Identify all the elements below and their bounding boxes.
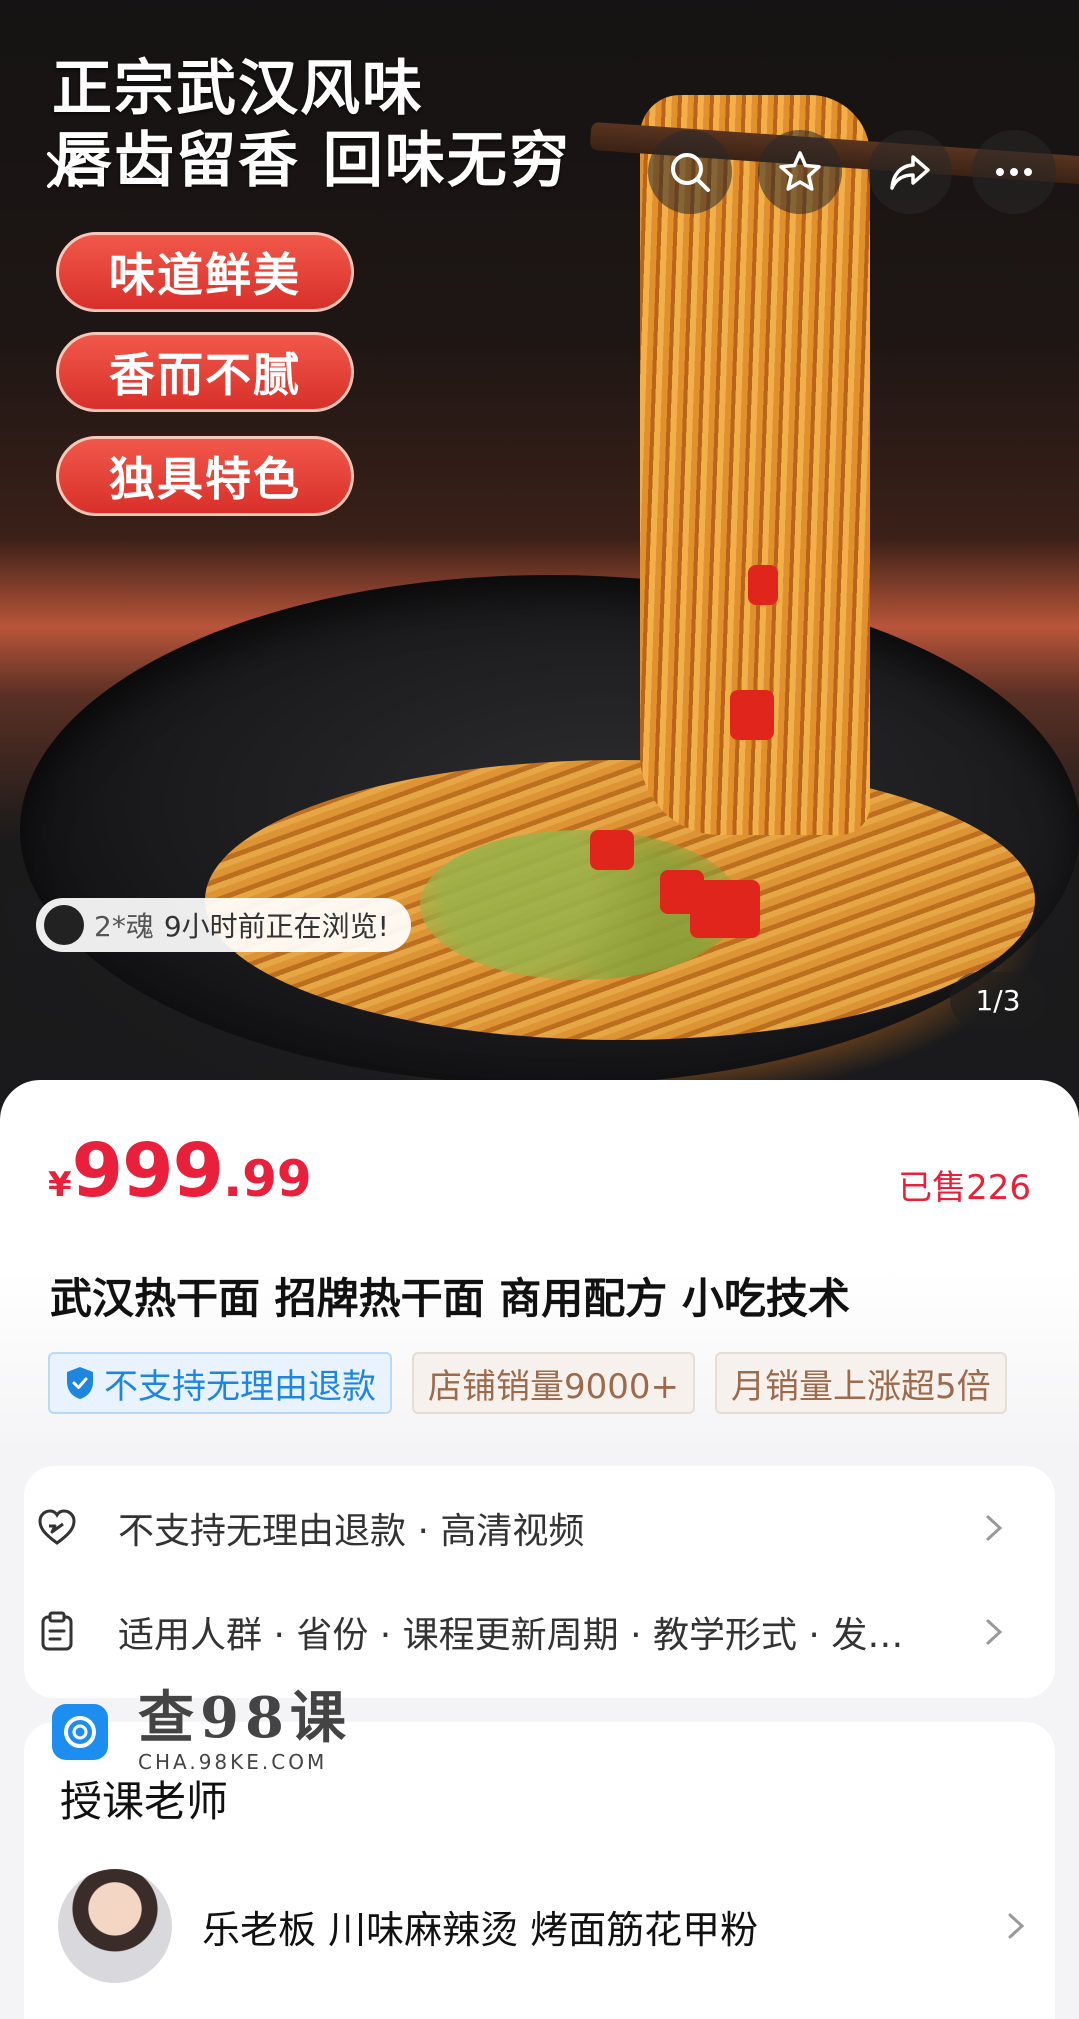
feature-pill: 香而不腻 (56, 332, 354, 412)
share-icon (890, 155, 930, 190)
shield-icon (67, 1367, 93, 1399)
service-text: 不支持无理由退款 · 高清视频 (118, 1511, 585, 1552)
tag-label: 店铺销量9000+ (428, 1366, 680, 1407)
close-button[interactable] (30, 135, 100, 205)
price-currency: ¥ (48, 1165, 72, 1205)
price-integer: 999 (71, 1128, 224, 1214)
sold-count: 已售226 (898, 1168, 1031, 1208)
chevron-right-icon (986, 1515, 1003, 1541)
watermark-logo-icon (52, 1704, 108, 1760)
watermark-title: 查98课 (138, 1685, 352, 1751)
chili-graphic (730, 690, 774, 740)
feature-pill: 独具特色 (56, 436, 354, 516)
attributes-row[interactable]: 适用人群 · 省份 · 课程更新周期 · 教学形式 · 发… (36, 1602, 1026, 1662)
product-title: 武汉热干面 招牌热干面 商用配方 小吃技术 (50, 1274, 850, 1323)
chili-graphic (590, 830, 634, 870)
tag-label: 月销量上涨超5倍 (731, 1366, 991, 1407)
teacher-row[interactable]: 乐老板 川味麻辣烫 烤面筋花甲粉 (58, 1868, 1048, 1984)
tag-shop-sales[interactable]: 店铺销量9000+ (412, 1352, 696, 1414)
star-icon (779, 151, 821, 191)
close-icon (47, 152, 83, 188)
more-icon (996, 168, 1032, 176)
favorite-button[interactable] (758, 130, 842, 214)
share-button[interactable] (868, 130, 952, 214)
more-button[interactable] (972, 130, 1056, 214)
search-button[interactable] (648, 130, 732, 214)
tag-label: 不支持无理由退款 (104, 1366, 376, 1407)
viewer-name: 2*魂 (94, 910, 154, 943)
chevron-right-icon (1008, 1913, 1025, 1939)
search-icon (671, 153, 710, 192)
tag-monthly-growth[interactable]: 月销量上涨超5倍 (715, 1352, 1007, 1414)
page-indicator: 1/3 (950, 972, 1046, 1028)
tag-no-refund[interactable]: 不支持无理由退款 (48, 1352, 392, 1414)
heart-guarantee-icon (38, 1509, 76, 1545)
price-decimal: .99 (223, 1150, 312, 1208)
viewer-avatar (44, 905, 84, 945)
hero-title-line2: 唇齿留香 回味无穷 (52, 126, 571, 196)
chili-graphic (690, 880, 760, 938)
chili-graphic (748, 565, 778, 605)
attributes-text: 适用人群 · 省份 · 课程更新周期 · 教学形式 · 发… (118, 1615, 904, 1656)
feature-pill: 味道鲜美 (56, 232, 354, 312)
viewer-text: 9小时前正在浏览! (163, 910, 389, 943)
recent-viewer-badge: 2*魂 9小时前正在浏览! (36, 898, 411, 952)
chevron-right-icon (986, 1619, 1003, 1645)
teacher-name: 乐老板 川味麻辣烫 烤面筋花甲粉 (202, 1907, 759, 1952)
clipboard-icon (41, 1611, 73, 1651)
teacher-avatar (58, 1869, 172, 1983)
price: ¥999.99 (48, 1128, 312, 1214)
product-tags: 不支持无理由退款 店铺销量9000+ 月销量上涨超5倍 (48, 1352, 1007, 1414)
watermark: 查98课 CHA.98KE.COM (52, 1690, 352, 1774)
service-row[interactable]: 不支持无理由退款 · 高清视频 (36, 1498, 1026, 1558)
teacher-heading: 授课老师 (60, 1777, 229, 1826)
